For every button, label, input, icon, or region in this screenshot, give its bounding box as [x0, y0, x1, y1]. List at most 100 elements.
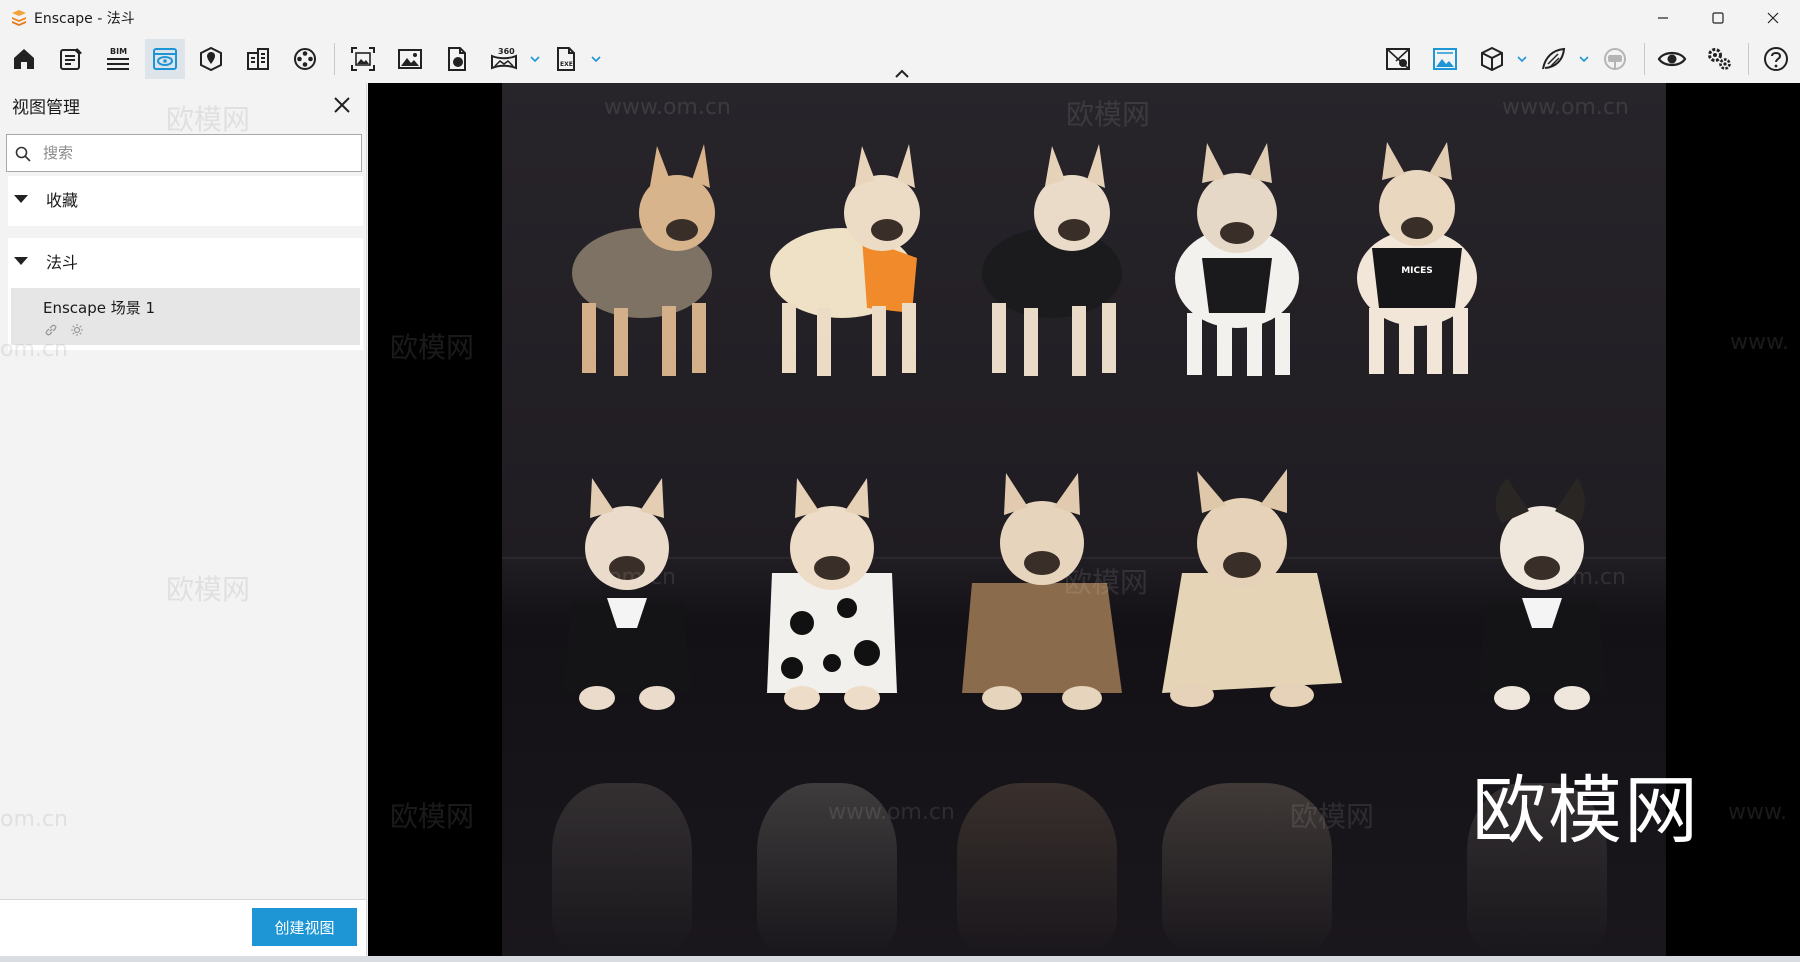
- link-icon: [45, 324, 57, 336]
- watermark-url: www.om.cn: [1502, 95, 1629, 120]
- chevron-down-icon: [530, 56, 540, 63]
- search-box: [6, 134, 362, 172]
- dog-image: [770, 144, 920, 376]
- search-input[interactable]: [43, 135, 353, 171]
- chevron-down-icon: [1517, 56, 1527, 63]
- help-button[interactable]: [1756, 39, 1796, 79]
- screenshot-icon: [351, 47, 375, 71]
- maximize-icon: [1711, 11, 1724, 24]
- group-favorites: 收藏: [8, 176, 363, 226]
- exe-dropdown[interactable]: [589, 49, 603, 69]
- panel-footer: 创建视图: [0, 899, 366, 956]
- caret-down-icon: [14, 257, 28, 265]
- image-button[interactable]: [390, 39, 430, 79]
- asset-dropdown[interactable]: [1515, 49, 1529, 69]
- chevron-down-icon: [1579, 56, 1589, 63]
- close-button[interactable]: [1745, 0, 1800, 35]
- home-icon: [14, 49, 34, 69]
- watermark-text: 欧模网: [1064, 566, 1149, 599]
- render-viewport[interactable]: MICES www.om.cn 欧模网 www.om.cn 欧模网 www. o…: [368, 83, 1800, 956]
- dog-reflection: [552, 783, 692, 953]
- material-dropdown[interactable]: [1577, 49, 1591, 69]
- material-editor-button[interactable]: [1533, 39, 1573, 79]
- visual-settings-button[interactable]: [1425, 39, 1465, 79]
- title-bar: Enscape - 法斗: [0, 0, 1800, 35]
- visual-settings-icon: [1433, 48, 1457, 70]
- asset-cube-icon: [1481, 46, 1503, 72]
- watermark-url: www.om.cn: [828, 800, 955, 825]
- svg-text:360: 360: [498, 47, 515, 56]
- video-reel-icon: [294, 48, 316, 70]
- window-controls: [1635, 0, 1800, 35]
- notes-icon: [60, 48, 82, 70]
- building-button[interactable]: [238, 39, 278, 79]
- enscape-logo-icon: [12, 9, 26, 26]
- watermark-text: 欧模网: [1066, 98, 1151, 131]
- help-icon: [1764, 47, 1788, 71]
- toolbar-separator: [1748, 43, 1749, 75]
- bottom-strip: [0, 956, 1800, 962]
- asset-library-button[interactable]: [1472, 39, 1512, 79]
- dog-image: [572, 144, 715, 376]
- dog-image: [982, 144, 1122, 376]
- panorama-360-icon: 360: [491, 47, 517, 70]
- settings-button[interactable]: [1699, 39, 1739, 79]
- web-standalone-button[interactable]: [437, 39, 477, 79]
- map-pin-icon: [200, 46, 222, 72]
- minimize-button[interactable]: [1635, 0, 1690, 35]
- dog-image: [1162, 469, 1342, 707]
- eye-icon: [1657, 51, 1687, 67]
- view-management-icon: [153, 48, 177, 70]
- dog-shirt-text: MICES: [1401, 266, 1433, 276]
- group-header-favorites[interactable]: 收藏: [8, 176, 363, 222]
- watermark-text: 欧模网: [390, 331, 475, 364]
- close-icon: [1767, 12, 1778, 23]
- sun-icon: [71, 324, 83, 336]
- watermark-url: www.om.cn: [604, 95, 731, 120]
- collapse-toolbar-icon[interactable]: [893, 67, 911, 81]
- image-icon: [398, 49, 422, 69]
- maximize-button[interactable]: [1690, 0, 1745, 35]
- web-standalone-icon: [448, 47, 466, 71]
- group-header-fadou[interactable]: 法斗: [8, 238, 363, 284]
- home-button[interactable]: [4, 39, 44, 79]
- panorama-dropdown[interactable]: [528, 49, 542, 69]
- watermark-text: 欧模网: [166, 573, 251, 606]
- settings-icon: [1708, 48, 1731, 70]
- watermark-text: 欧模网: [1290, 800, 1375, 833]
- exe-export-button[interactable]: EXE: [546, 39, 586, 79]
- view-management-button[interactable]: [145, 39, 185, 79]
- svg-text:BIM: BIM: [110, 47, 127, 56]
- bim-button[interactable]: BIM: [98, 39, 138, 79]
- watermark-frag: om.cn: [0, 807, 68, 832]
- panorama-360-button[interactable]: 360: [484, 39, 524, 79]
- watermark-www: www.: [1730, 330, 1789, 355]
- material-leaf-icon: [1542, 47, 1566, 70]
- bim-icon: BIM: [107, 47, 129, 70]
- notes-button[interactable]: [51, 39, 91, 79]
- watermark-frag: om.cn: [1558, 565, 1626, 590]
- eye-button[interactable]: [1652, 39, 1692, 79]
- vr-headset-button[interactable]: [1595, 39, 1635, 79]
- screenshot-button[interactable]: [343, 39, 383, 79]
- dog-image: [767, 478, 897, 710]
- map-pin-button[interactable]: [191, 39, 231, 79]
- window-title: Enscape - 法斗: [34, 10, 135, 27]
- caret-down-icon: [14, 195, 28, 203]
- close-panel-icon[interactable]: [330, 93, 354, 117]
- chevron-down-icon: [591, 56, 601, 63]
- map-view-button[interactable]: [1378, 39, 1418, 79]
- svg-text:EXE: EXE: [560, 61, 573, 68]
- toolbar-separator: [334, 43, 335, 75]
- watermark-logo-text: 欧模网: [1472, 768, 1700, 854]
- map-view-icon: [1386, 48, 1410, 70]
- exe-export-icon: EXE: [557, 47, 575, 71]
- toolbar-separator: [1644, 43, 1645, 75]
- minimize-icon: [1657, 16, 1668, 19]
- search-icon: [15, 146, 31, 162]
- view-item-label: Enscape 场景 1: [43, 299, 156, 317]
- group-label: 收藏: [46, 191, 79, 210]
- video-button[interactable]: [285, 39, 325, 79]
- enscape-window: Enscape - 法斗 BIM 360 EXE 视图管理 搜索 收藏 法斗 E…: [0, 0, 1800, 962]
- create-view-button[interactable]: 创建视图: [252, 908, 357, 946]
